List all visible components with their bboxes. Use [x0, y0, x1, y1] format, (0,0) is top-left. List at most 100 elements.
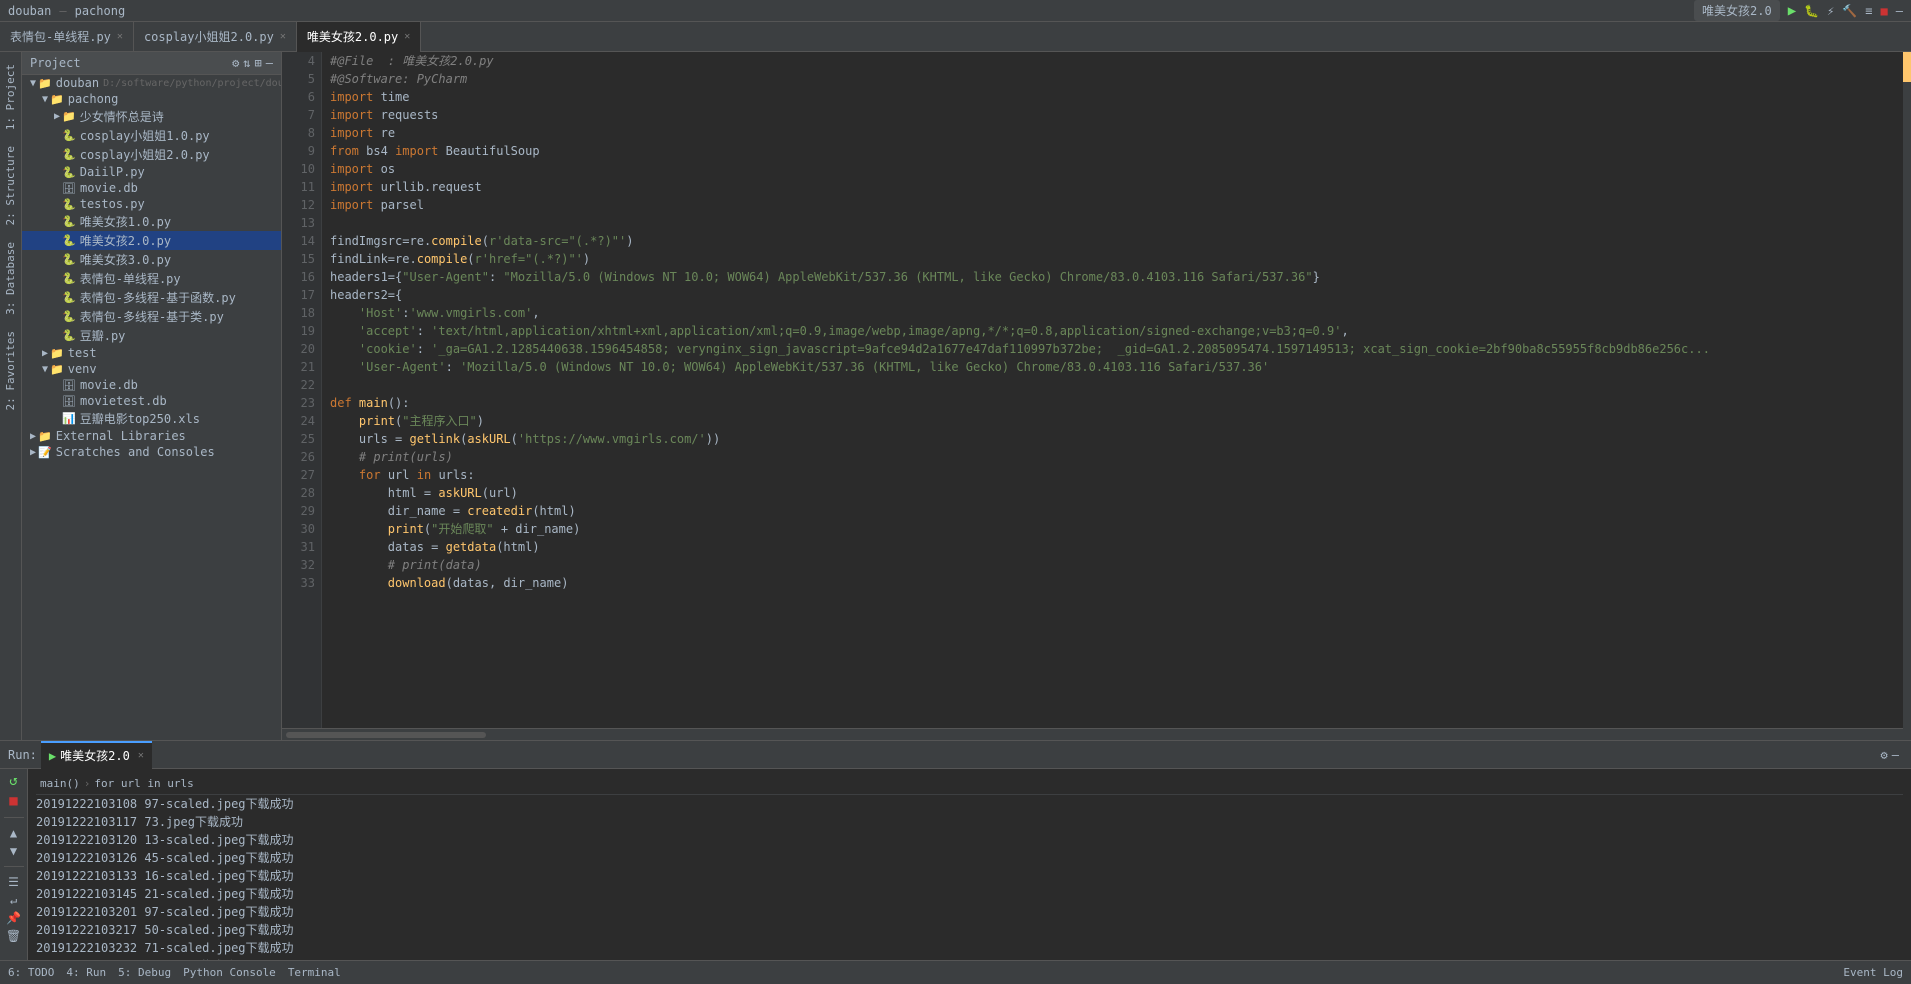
- breadcrumb-sep: ›: [84, 775, 91, 793]
- folder-icon: 📁: [50, 363, 64, 376]
- structure-tab[interactable]: 2: Structure: [2, 142, 19, 229]
- settings-icon[interactable]: ⚙: [232, 56, 239, 70]
- tree-item-testos[interactable]: ▶ 🐍 testos.py: [22, 196, 281, 212]
- py-icon: 🐍: [62, 329, 76, 342]
- filter-icon[interactable]: ☰: [8, 875, 19, 889]
- tree-item-girl2-active[interactable]: ▶ 🐍 唯美女孩2.0.py: [22, 231, 281, 250]
- tree-item-xls[interactable]: ▶ 📊 豆瓣电影top250.xls: [22, 409, 281, 428]
- project-tab[interactable]: 1: Project: [2, 60, 19, 134]
- breadcrumb: main() › for url in urls: [36, 773, 1903, 795]
- run-tab-name: 唯美女孩2.0: [60, 747, 130, 764]
- tree-item-cosplay1[interactable]: ▶ 🐍 cosplay小姐姐1.0.py: [22, 126, 281, 145]
- py-icon: 🐍: [62, 166, 76, 179]
- favorites-tab[interactable]: 2: Favorites: [2, 327, 19, 414]
- tree-item-venv[interactable]: ▼ 📁 venv: [22, 361, 281, 377]
- profile-icon[interactable]: ⚡: [1827, 4, 1834, 18]
- run-icon: ▶: [49, 749, 56, 763]
- expand-arrow: ▼: [42, 94, 48, 105]
- tab-active[interactable]: 唯美女孩2.0.py ✕: [297, 22, 421, 52]
- tree-label: 豆瓣.py: [80, 327, 126, 344]
- tree-item-girl1[interactable]: ▶ 🐍 唯美女孩1.0.py: [22, 212, 281, 231]
- tree-label: External Libraries: [56, 429, 186, 443]
- sidebar-actions: ⚙ ⇅ ⊞ —: [232, 56, 273, 70]
- expand-arrow: ▶: [42, 348, 48, 359]
- code-editor[interactable]: 45678 910111213 1415161718 1920212223 24…: [282, 52, 1903, 728]
- tree-label: test: [68, 346, 97, 360]
- minus-icon[interactable]: —: [266, 56, 273, 70]
- terminal-tab[interactable]: Terminal: [288, 966, 341, 979]
- tree-item-bqb-multi-fn[interactable]: ▶ 🐍 表情包-多线程-基于函数.py: [22, 288, 281, 307]
- window-title: douban: [8, 4, 51, 18]
- tree-item-test[interactable]: ▶ 📁 test: [22, 345, 281, 361]
- scroll-down-icon[interactable]: ▼: [10, 844, 17, 858]
- expand-icon[interactable]: ⊞: [255, 56, 262, 70]
- tree-label: pachong: [68, 92, 119, 106]
- output-line-1: 20191222103108 97-scaled.jpeg下载成功: [36, 795, 1903, 813]
- tree-item-ext-libs[interactable]: ▶ 📁 External Libraries: [22, 428, 281, 444]
- left-vertical-tabs: 1: Project 2: Structure 3: Database 2: F…: [0, 52, 22, 740]
- tree-item-cosplay2[interactable]: ▶ 🐍 cosplay小姐姐2.0.py: [22, 145, 281, 164]
- tree-item-bqb-single[interactable]: ▶ 🐍 表情包-单线程.py: [22, 269, 281, 288]
- tree-item-douban[interactable]: ▼ 📁 douban D:/software/python/project/do…: [22, 75, 281, 91]
- editor-tab-bar: 表情包-单线程.py ✕ cosplay小姐姐2.0.py ✕ 唯美女孩2.0.…: [0, 22, 1911, 52]
- stop-icon[interactable]: ■: [1881, 4, 1888, 18]
- tab-cosplay[interactable]: cosplay小姐姐2.0.py ✕: [134, 22, 297, 52]
- pin-icon[interactable]: 📌: [6, 911, 21, 925]
- close-icon[interactable]: ✕: [280, 31, 286, 42]
- expand-arrow: ▶: [30, 431, 36, 442]
- output-line-2: 20191222103117 73.jpeg下载成功: [36, 813, 1903, 831]
- close-icon[interactable]: ✕: [117, 31, 123, 42]
- py-icon: 🐍: [62, 148, 76, 161]
- output-line-9: 20191222103232 71-scaled.jpeg下载成功: [36, 939, 1903, 957]
- python-console-tab[interactable]: Python Console: [183, 966, 276, 979]
- stop-icon[interactable]: ■: [9, 793, 17, 809]
- tree-label: 少女情怀总是诗: [80, 108, 164, 125]
- project-label: Project: [30, 56, 81, 70]
- folder-icon: 📁: [38, 77, 52, 90]
- code-content[interactable]: #@File : 唯美女孩2.0.py #@Software: PyCharm …: [322, 52, 1903, 728]
- tree-item-girl3[interactable]: ▶ 🐍 唯美女孩3.0.py: [22, 250, 281, 269]
- scrollbar-thumb[interactable]: [286, 732, 486, 738]
- tree-item-daiilp[interactable]: ▶ 🐍 DaiilP.py: [22, 164, 281, 180]
- tree-item-douban-py[interactable]: ▶ 🐍 豆瓣.py: [22, 326, 281, 345]
- tree-item-pachong[interactable]: ▼ 📁 pachong: [22, 91, 281, 107]
- minimize-panel-icon[interactable]: —: [1892, 748, 1899, 762]
- debug-status-tab[interactable]: 5: Debug: [118, 966, 171, 979]
- sort-icon[interactable]: ⇅: [243, 56, 250, 70]
- divider: [4, 817, 24, 818]
- scratches-icon: 📝: [38, 446, 52, 459]
- close-run-tab-icon[interactable]: ✕: [138, 750, 144, 761]
- expand-arrow: ▶: [54, 111, 60, 122]
- todo-tab[interactable]: 6: TODO: [8, 966, 54, 979]
- restart-icon[interactable]: ↺: [9, 773, 17, 789]
- tree-item-bqb-multi-cls[interactable]: ▶ 🐍 表情包-多线程-基于类.py: [22, 307, 281, 326]
- tree-item-movietest-db[interactable]: ▶ 🗄 movietest.db: [22, 393, 281, 409]
- tree-item-movie-db2[interactable]: ▶ 🗄 movie.db: [22, 377, 281, 393]
- run-config-dropdown[interactable]: 唯美女孩2.0: [1694, 0, 1780, 21]
- build-icon[interactable]: 🔨: [1842, 4, 1857, 18]
- trash-icon[interactable]: 🗑: [6, 929, 21, 943]
- editor-horizontal-scrollbar[interactable]: [282, 728, 1903, 740]
- tree-label: movie.db: [80, 181, 138, 195]
- folder-icon: 📁: [62, 110, 76, 123]
- settings-icon[interactable]: ⚙: [1881, 748, 1888, 762]
- close-icon[interactable]: ✕: [404, 31, 410, 42]
- run-icon[interactable]: ▶: [1788, 3, 1796, 19]
- run-status-tab[interactable]: 4: Run: [66, 966, 106, 979]
- tree-item-girl-folder[interactable]: ▶ 📁 少女情怀总是诗: [22, 107, 281, 126]
- folder-icon: 📁: [50, 93, 64, 106]
- tree-item-movie-db[interactable]: ▶ 🗄 movie.db: [22, 180, 281, 196]
- database-tab[interactable]: 3: Database: [2, 238, 19, 319]
- scroll-up-icon[interactable]: ▲: [10, 826, 17, 840]
- wrap-icon[interactable]: ↵: [10, 893, 17, 907]
- minimize-icon[interactable]: —: [1896, 4, 1903, 18]
- status-right: Event Log: [1843, 966, 1903, 979]
- debug-icon[interactable]: 🐛: [1804, 4, 1819, 18]
- tab-biaoqingbao[interactable]: 表情包-单线程.py ✕: [0, 22, 134, 52]
- more-icon[interactable]: ≡: [1865, 4, 1872, 18]
- event-log-link[interactable]: Event Log: [1843, 966, 1903, 979]
- status-bar: 6: TODO 4: Run 5: Debug Python Console T…: [0, 960, 1911, 984]
- run-tab[interactable]: ▶ 唯美女孩2.0 ✕: [41, 741, 152, 769]
- expand-arrow: ▼: [30, 78, 36, 89]
- tree-item-scratches[interactable]: ▶ 📝 Scratches and Consoles: [22, 444, 281, 460]
